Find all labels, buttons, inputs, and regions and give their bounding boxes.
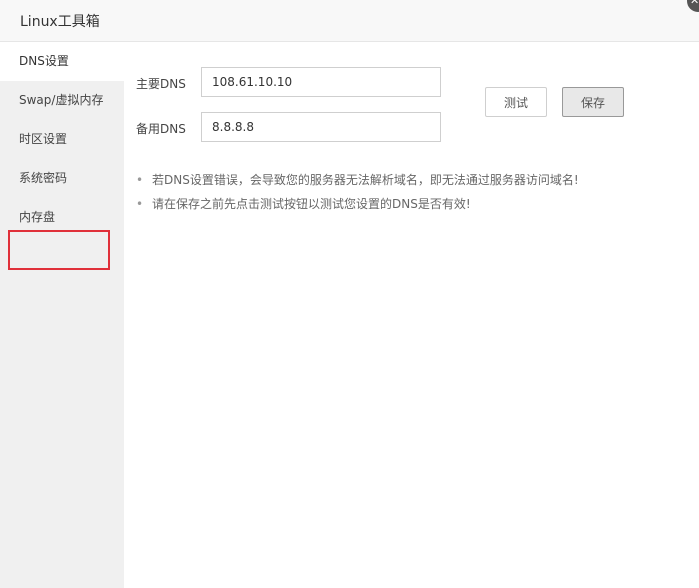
list-item: • 请在保存之前先点击测试按钮以测试您设置的DNS是否有效! [136, 196, 676, 220]
bullet-icon: • [136, 173, 144, 187]
highlight-box [8, 230, 110, 270]
sidebar-item-dns[interactable]: DNS设置 [0, 42, 124, 81]
save-button[interactable]: 保存 [562, 87, 624, 117]
primary-dns-input[interactable] [201, 67, 441, 97]
sidebar-item-timezone[interactable]: 时区设置 [0, 120, 124, 159]
linux-toolbox-window: Linux工具箱 ✕ DNS设置 Swap/虚拟内存 时区设置 系统密码 内存盘… [0, 0, 699, 588]
tip-text: 请在保存之前先点击测试按钮以测试您设置的DNS是否有效! [152, 197, 471, 211]
dns-settings-panel: 主要DNS 备用DNS 测试 保存 • 若DNS设置错误，会导致您的服务器无法解… [124, 42, 699, 588]
tip-text: 若DNS设置错误，会导致您的服务器无法解析域名，即无法通过服务器访问域名! [152, 173, 579, 187]
sidebar: DNS设置 Swap/虚拟内存 时区设置 系统密码 内存盘 [0, 42, 124, 588]
bullet-icon: • [136, 197, 144, 211]
primary-dns-label: 主要DNS [136, 77, 186, 91]
title-bar: Linux工具箱 ✕ [0, 0, 699, 42]
sidebar-item-password[interactable]: 系统密码 [0, 159, 124, 198]
window-title: Linux工具箱 [20, 14, 100, 30]
secondary-dns-input[interactable] [201, 112, 441, 142]
close-icon[interactable]: ✕ [687, 0, 699, 12]
tips-list: • 若DNS设置错误，会导致您的服务器无法解析域名，即无法通过服务器访问域名! … [136, 172, 676, 220]
secondary-dns-label: 备用DNS [136, 122, 186, 136]
test-button[interactable]: 测试 [485, 87, 547, 117]
list-item: • 若DNS设置错误，会导致您的服务器无法解析域名，即无法通过服务器访问域名! [136, 172, 676, 196]
sidebar-item-swap[interactable]: Swap/虚拟内存 [0, 81, 124, 120]
